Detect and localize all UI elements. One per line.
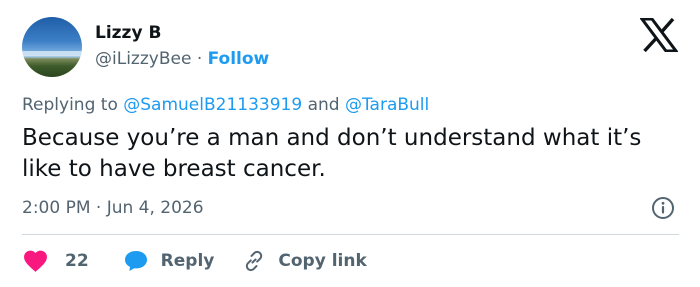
tweet-embed-card: Lizzy B @iLizzyBee · Follow Replying to … — [0, 0, 700, 287]
replying-to-line: Replying to @SamuelB21133919 and @TaraBu… — [22, 94, 429, 116]
copy-link-label: Copy link — [278, 251, 367, 271]
avatar[interactable] — [22, 17, 82, 77]
like-count: 22 — [65, 251, 89, 271]
reply-button[interactable]: Reply — [123, 249, 215, 273]
handle-separator: · — [196, 49, 203, 69]
heart-icon — [24, 250, 47, 272]
reply-label: Reply — [160, 251, 215, 271]
info-icon[interactable] — [651, 196, 675, 220]
like-button[interactable]: 22 — [22, 249, 89, 273]
avatar-horizon — [22, 51, 82, 56]
follow-button[interactable]: Follow — [208, 49, 270, 69]
replying-conjunction: and — [307, 95, 340, 115]
author-handle[interactable]: @iLizzyBee — [95, 49, 191, 69]
tweet-text: Because you’re a man and don’t understan… — [22, 125, 642, 182]
mention-link-2[interactable]: @TaraBull — [345, 95, 429, 115]
tweet-timestamp[interactable]: 2:00 PM · Jun 4, 2026 — [22, 197, 204, 219]
replying-to-prefix: Replying to — [22, 95, 118, 115]
x-logo-icon[interactable] — [640, 18, 678, 52]
divider — [22, 234, 679, 235]
speech-bubble-icon — [124, 251, 147, 271]
mention-link-1[interactable]: @SamuelB21133919 — [123, 95, 302, 115]
link-icon — [246, 250, 263, 272]
action-bar: 22 Reply Copy link — [22, 248, 367, 274]
copy-link-button[interactable]: Copy link — [242, 249, 367, 273]
author-name[interactable]: Lizzy B — [95, 22, 161, 44]
author-handle-row: @iLizzyBee · Follow — [95, 48, 269, 70]
